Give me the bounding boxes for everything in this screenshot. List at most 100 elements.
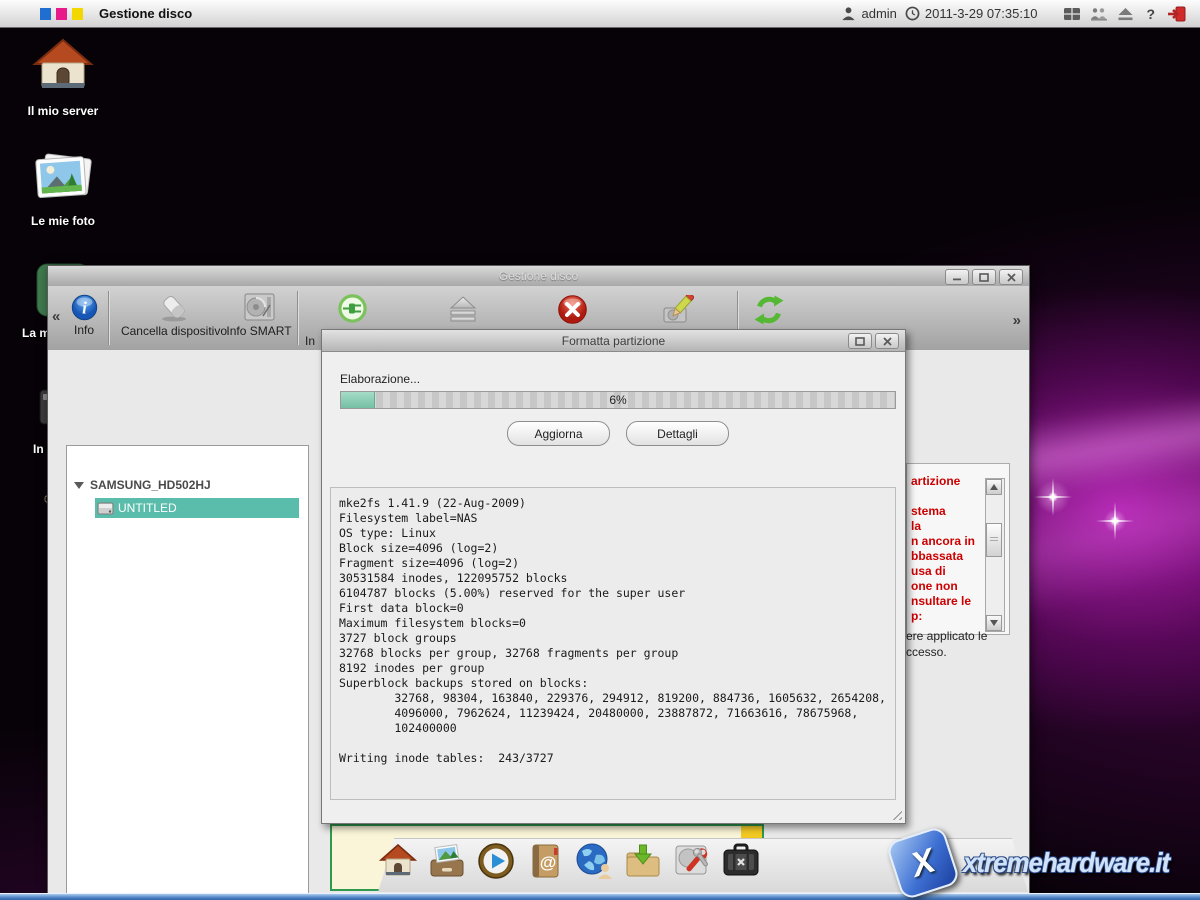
tree-node-disk[interactable]: SAMSUNG_HD502HJ bbox=[74, 478, 211, 492]
toolbar-item-refresh[interactable] bbox=[739, 294, 799, 326]
contacts-dock-icon[interactable]: @ bbox=[525, 841, 565, 885]
partition-disk-icon bbox=[97, 501, 114, 516]
warning-line: one non bbox=[911, 579, 975, 594]
warning-line: stema bbox=[911, 504, 975, 519]
side-note-text: ere applicato le ccesso. bbox=[906, 628, 1036, 660]
side-scrollbar[interactable] bbox=[985, 478, 1005, 632]
progress-bar: 6% bbox=[340, 391, 896, 409]
toolbar-item-eject[interactable] bbox=[435, 295, 491, 323]
eraser-icon bbox=[158, 294, 190, 322]
menubar-app-title: Gestione disco bbox=[99, 6, 192, 21]
layout-grid-icon[interactable] bbox=[1063, 7, 1081, 21]
media-player-dock-icon[interactable] bbox=[476, 841, 516, 885]
eject-icon bbox=[448, 295, 478, 323]
details-button[interactable]: Dettagli bbox=[626, 421, 729, 446]
toolbar-item-info[interactable]: i Info bbox=[60, 294, 108, 337]
toolbar-item-label: In bbox=[305, 334, 315, 348]
sparkle-star bbox=[1034, 478, 1072, 516]
toolbar-item-smart-info[interactable]: Info SMART bbox=[226, 292, 292, 338]
update-button[interactable]: Aggiorna bbox=[507, 421, 610, 446]
photos-dock-icon[interactable] bbox=[427, 841, 467, 885]
watermark-text: xtremehardware.it bbox=[963, 847, 1169, 879]
close-button[interactable] bbox=[999, 269, 1023, 285]
maximize-icon bbox=[979, 273, 989, 282]
minimize-icon bbox=[952, 273, 962, 281]
clock-icon bbox=[905, 6, 920, 21]
close-icon bbox=[1007, 273, 1016, 282]
user-menu[interactable]: admin bbox=[841, 6, 896, 21]
photos-icon bbox=[31, 148, 95, 206]
dialog-title: Formatta partizione bbox=[562, 334, 665, 348]
dock: @ bbox=[378, 841, 761, 885]
progress-status-label: Elaborazione... bbox=[340, 372, 420, 386]
connect-plug-icon bbox=[338, 294, 367, 323]
watermark-x-badge: X bbox=[885, 825, 961, 900]
brand-logo bbox=[40, 8, 83, 20]
format-edit-icon bbox=[662, 295, 694, 324]
warning-line: bbassata bbox=[911, 549, 975, 564]
desktop-icon-my-server[interactable]: Il mio server bbox=[15, 38, 111, 118]
warning-line: n ancora in bbox=[911, 534, 975, 549]
desktop-icon-label: Le mie foto bbox=[15, 214, 111, 228]
site-watermark: X xtremehardware.it bbox=[893, 833, 1187, 893]
refresh-icon bbox=[753, 294, 785, 326]
toolbar-item-erase-device[interactable]: Cancella dispositivo bbox=[112, 294, 236, 338]
home-dock-icon[interactable] bbox=[378, 841, 418, 885]
toolbar-expand-chevron[interactable]: » bbox=[1013, 312, 1021, 329]
tree-node-label: SAMSUNG_HD502HJ bbox=[90, 478, 211, 492]
tree-node-label: UNTITLED bbox=[118, 501, 177, 515]
device-tree-panel: SAMSUNG_HD502HJ UNTITLED bbox=[66, 445, 309, 900]
warning-line: nsultare le bbox=[911, 594, 975, 609]
toolbar-item-label: Cancella dispositivo bbox=[112, 324, 236, 338]
close-icon bbox=[883, 337, 892, 346]
workgroup-icon[interactable] bbox=[1089, 7, 1109, 21]
scroll-up-button[interactable] bbox=[986, 479, 1002, 495]
clock-display: 2011-3-29 07:35:10 bbox=[905, 6, 1038, 21]
eject-icon[interactable] bbox=[1117, 7, 1134, 21]
maximize-button[interactable] bbox=[972, 269, 996, 285]
bottom-status-bar bbox=[0, 893, 1200, 900]
scroll-thumb[interactable] bbox=[986, 523, 1002, 557]
dialog-titlebar[interactable]: Formatta partizione bbox=[322, 330, 905, 352]
logo-square-yellow bbox=[72, 8, 83, 20]
tree-expand-icon[interactable] bbox=[74, 482, 84, 489]
menubar: Gestione disco admin 2011-3-29 07:35:10 bbox=[0, 0, 1200, 28]
warning-line: p: bbox=[911, 609, 975, 624]
dialog-maximize-button[interactable] bbox=[848, 333, 872, 349]
main-window-title: Gestione disco bbox=[499, 269, 578, 283]
logo-square-blue bbox=[40, 8, 51, 20]
toolbar-item-delete[interactable] bbox=[542, 294, 602, 325]
warning-line: la bbox=[911, 519, 975, 534]
toolbar-item-connect[interactable]: In bbox=[322, 294, 382, 323]
user-icon bbox=[841, 6, 856, 21]
toolbox-dock-icon[interactable] bbox=[721, 841, 761, 885]
console-output-box: mke2fs 1.41.9 (22-Aug-2009) Filesystem l… bbox=[330, 487, 896, 800]
smart-disk-icon bbox=[243, 292, 276, 322]
dialog-close-button[interactable] bbox=[875, 333, 899, 349]
delete-icon bbox=[557, 294, 588, 325]
minimize-button[interactable] bbox=[945, 269, 969, 285]
disk-utility-dock-icon[interactable] bbox=[672, 841, 712, 885]
maximize-icon bbox=[855, 337, 865, 346]
warning-title-fragment: artizione bbox=[911, 474, 960, 488]
desktop-icon-label: Il mio server bbox=[15, 104, 111, 118]
info-icon: i bbox=[71, 294, 98, 321]
progress-percent-text: 6% bbox=[341, 392, 895, 408]
resize-grip[interactable] bbox=[889, 807, 902, 820]
svg-text:@: @ bbox=[540, 853, 557, 872]
downloads-dock-icon[interactable] bbox=[623, 841, 663, 885]
toolbar-item-format-edit[interactable] bbox=[648, 295, 708, 324]
home-icon bbox=[32, 38, 94, 96]
format-partition-dialog: Formatta partizione Elaborazione... 6% A… bbox=[321, 329, 906, 824]
datetime: 2011-3-29 07:35:10 bbox=[925, 6, 1038, 21]
partition-warning-box: artizione stema la n ancora in bbassata … bbox=[906, 463, 1010, 635]
screen: Il mio server Le mie foto La m bbox=[0, 0, 1200, 900]
toolbar-item-label: Info SMART bbox=[226, 324, 292, 338]
main-window-titlebar[interactable]: Gestione disco bbox=[48, 266, 1029, 287]
help-icon[interactable]: ? bbox=[1142, 6, 1159, 22]
logout-icon[interactable] bbox=[1167, 6, 1186, 22]
toolbar-item-label: Info bbox=[60, 323, 108, 337]
desktop-icon-my-photos[interactable]: Le mie foto bbox=[15, 148, 111, 228]
tree-node-partition-selected[interactable]: UNTITLED bbox=[95, 498, 299, 518]
browser-dock-icon[interactable] bbox=[574, 841, 614, 885]
